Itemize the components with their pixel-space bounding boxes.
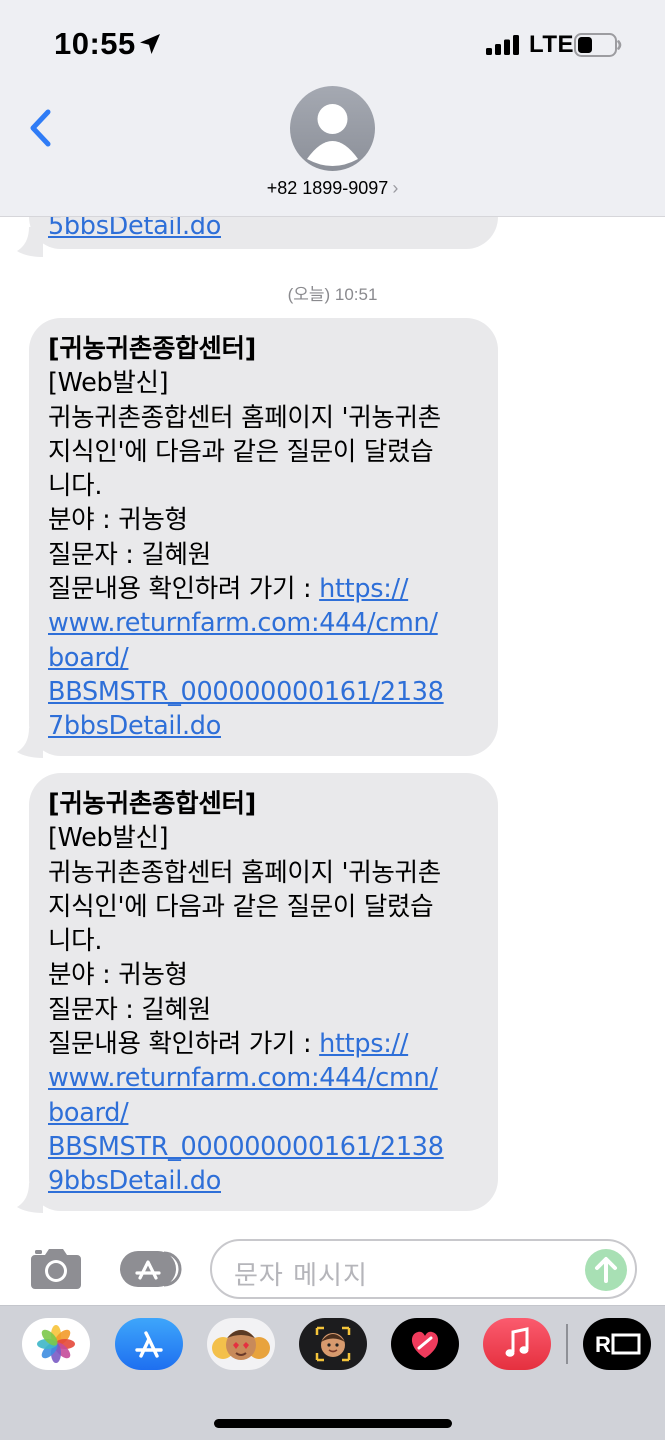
send-button[interactable]: [585, 1249, 627, 1291]
contact-number: +82 1899-9097: [266, 178, 389, 198]
message-url-line: BBSMSTR_000000000161/2138: [48, 675, 478, 709]
message-input[interactable]: 문자 메시지: [210, 1239, 637, 1299]
message-link-line: 질문내용 확인하려 가기 : https://: [48, 1027, 478, 1061]
message-line: 분야 : 귀농형: [48, 960, 188, 991]
heart-app-icon[interactable]: [391, 1318, 459, 1370]
bubble-tail: [17, 728, 43, 758]
message-bubble[interactable]: [귀농귀촌종합센터] [Web발신] 귀농귀촌종합센터 홈페이지 '귀농귀촌 지…: [29, 773, 498, 1211]
message-url-line: www.returnfarm.com:444/cmn/: [48, 1061, 478, 1095]
message-url-link[interactable]: 7bbsDetail.do: [48, 711, 221, 741]
back-chevron-icon[interactable]: [18, 104, 68, 154]
app-store-apps-icon[interactable]: [118, 1249, 182, 1289]
message-url-link[interactable]: www.returnfarm.com:444/cmn/: [48, 1063, 438, 1093]
message-url-link[interactable]: https://: [319, 1029, 408, 1059]
r-app-label: R: [595, 1332, 611, 1357]
message-url-line: 7bbsDetail.do: [48, 709, 478, 743]
message-url-link[interactable]: board/: [48, 643, 129, 673]
app-drawer-divider: [566, 1324, 568, 1364]
bubble-tail: [17, 1183, 43, 1213]
memoji-icon[interactable]: [299, 1318, 367, 1370]
photos-app-icon[interactable]: [22, 1318, 90, 1370]
message-line: 분야 : 귀농형: [48, 505, 188, 536]
message-line: 귀농귀촌종합센터 홈페이지 '귀농귀촌: [48, 857, 441, 888]
message-line: 니다.: [48, 471, 103, 502]
r-app-icon[interactable]: R: [583, 1318, 651, 1370]
link-prefix: 질문내용 확인하려 가기 :: [48, 574, 320, 605]
message-title: [귀농귀촌종합센터]: [48, 334, 256, 364]
message-link-line: 질문내용 확인하려 가기 : https://: [48, 572, 478, 606]
conversation-header: 10:55 LTE +82 1899-9097 ›: [0, 0, 665, 217]
message-url-link[interactable]: BBSMSTR_000000000161/2138: [48, 677, 444, 707]
message-input-placeholder: 문자 메시지: [234, 1261, 368, 1291]
message-list[interactable]: 5bbsDetail.do (오늘) 10:51 [귀농귀촌종합센터] [Web…: [0, 217, 665, 1237]
message-line: 지식인'에 다음과 같은 질문이 달렸습: [48, 891, 434, 922]
status-time: 10:55: [54, 26, 136, 61]
message-title: [귀농귀촌종합센터]: [48, 789, 256, 819]
message-url-line: BBSMSTR_000000000161/2138: [48, 1130, 478, 1164]
message-url-link[interactable]: board/: [48, 1098, 129, 1128]
message-timestamp: (오늘) 10:51: [287, 285, 378, 304]
message-url-line: www.returnfarm.com:444/cmn/: [48, 606, 478, 640]
arrow-up-icon: [595, 1257, 617, 1283]
imessage-app-drawer: R: [0, 1305, 665, 1440]
message-url-link[interactable]: 9bbsDetail.do: [48, 1166, 221, 1196]
message-url-link[interactable]: BBSMSTR_000000000161/2138: [48, 1132, 444, 1162]
message-url-line: board/: [48, 1096, 478, 1130]
person-silhouette-icon: [307, 104, 358, 166]
camera-icon[interactable]: [29, 1247, 83, 1291]
message-url-link[interactable]: https://: [319, 574, 408, 604]
message-url-line: 9bbsDetail.do: [48, 1164, 478, 1198]
message-line: [Web발신]: [48, 368, 169, 399]
location-arrow-icon: [140, 34, 160, 54]
battery-icon: [574, 33, 622, 57]
message-url-link[interactable]: www.returnfarm.com:444/cmn/: [48, 608, 438, 638]
message-line: 질문자 : 길혜원: [48, 539, 211, 570]
contact-avatar[interactable]: [290, 86, 375, 171]
message-url-line: board/: [48, 641, 478, 675]
memoji-stickers-icon[interactable]: [207, 1318, 275, 1370]
previous-message-link[interactable]: 5bbsDetail.do: [48, 217, 221, 241]
message-line: 질문자 : 길혜원: [48, 994, 211, 1025]
music-app-icon[interactable]: [483, 1318, 551, 1370]
status-bar: 10:55 LTE: [0, 0, 665, 90]
contact-number-row[interactable]: +82 1899-9097 ›: [0, 178, 665, 199]
network-type: LTE: [529, 31, 575, 58]
message-line: 니다.: [48, 926, 103, 957]
message-bubble[interactable]: [귀농귀촌종합센터] [Web발신] 귀농귀촌종합센터 홈페이지 '귀농귀촌 지…: [29, 318, 498, 756]
bubble-tail: [17, 227, 43, 257]
app-store-icon[interactable]: [115, 1318, 183, 1370]
compose-bar: 문자 메시지: [0, 1237, 665, 1305]
home-indicator[interactable]: [214, 1419, 452, 1428]
cellular-signal-icon: [486, 35, 519, 55]
message-line: 지식인'에 다음과 같은 질문이 달렸습: [48, 436, 434, 467]
message-line: [Web발신]: [48, 823, 169, 854]
message-line: 귀농귀촌종합센터 홈페이지 '귀농귀촌: [48, 402, 441, 433]
chevron-right-icon: ›: [392, 178, 399, 198]
link-prefix: 질문내용 확인하려 가기 :: [48, 1029, 320, 1060]
